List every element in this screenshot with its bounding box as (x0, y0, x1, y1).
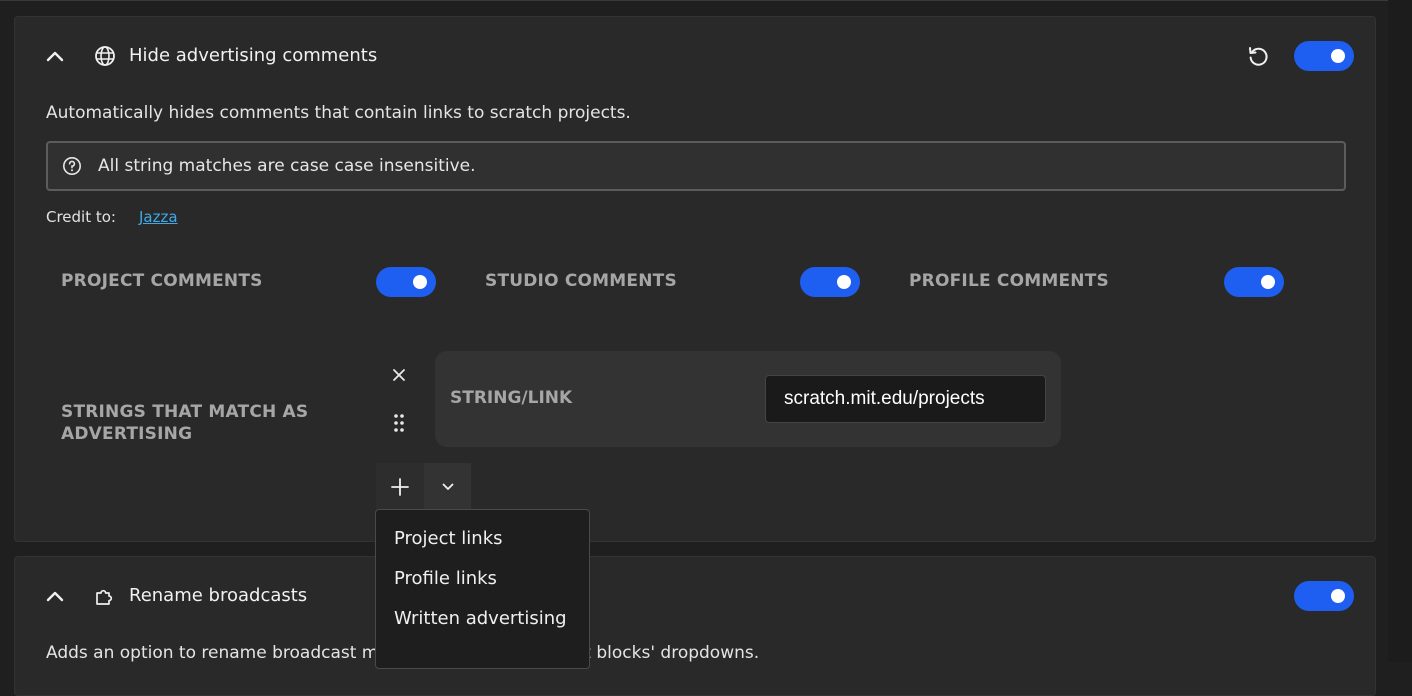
remove-row-close-icon[interactable] (387, 363, 411, 387)
addon-title: Rename broadcasts (129, 585, 308, 606)
menu-item-profile-links[interactable]: Profile links (394, 568, 497, 589)
addon-enable-toggle[interactable] (1294, 581, 1354, 611)
toggle-knob (837, 275, 851, 289)
scroll-gutter (1388, 0, 1412, 662)
string-row-label: STRING/LINK (450, 388, 573, 408)
setting-label-studio-comments: STUDIO COMMENTS (485, 271, 677, 291)
plus-icon (391, 478, 409, 496)
add-row-button[interactable] (376, 463, 424, 511)
question-circle-icon (62, 156, 82, 176)
chevron-down-icon (442, 483, 454, 491)
menu-item-written-advertising[interactable]: Written advertising (394, 608, 567, 629)
toggle-knob (1261, 275, 1275, 289)
notice-text: All string matches are case case insensi… (98, 156, 476, 176)
setting-label-strings-line2: ADVERTISING (61, 424, 193, 444)
studio-comments-toggle[interactable] (800, 267, 860, 297)
preset-dropdown-button[interactable] (424, 463, 471, 511)
toggle-knob (413, 275, 427, 289)
collapse-chevron-up-icon[interactable] (44, 585, 66, 607)
info-notice: All string matches are case case insensi… (46, 141, 1346, 191)
addon-description: Automatically hides comments that contai… (46, 103, 631, 123)
setting-label-strings: STRINGS THAT MATCH AS ADVERTISING (61, 401, 308, 445)
setting-label-project-comments: PROJECT COMMENTS (61, 271, 263, 291)
addon-card-hide-advertising-comments: Hide advertising comments Automatically … (14, 16, 1376, 542)
credit-link[interactable]: Jazza (139, 208, 178, 226)
addon-card-rename-broadcasts: Rename broadcasts Adds an option to rena… (14, 556, 1376, 696)
string-row: STRING/LINK (435, 351, 1061, 447)
credit-label: Credit to: (46, 208, 116, 226)
toggle-knob (1331, 589, 1345, 603)
collapse-chevron-up-icon[interactable] (44, 45, 66, 67)
menu-item-project-links[interactable]: Project links (394, 528, 503, 549)
string-link-input[interactable] (765, 375, 1046, 423)
globe-icon (94, 45, 116, 67)
profile-comments-toggle[interactable] (1224, 267, 1284, 297)
project-comments-toggle[interactable] (376, 267, 436, 297)
setting-label-strings-line1: STRINGS THAT MATCH AS (61, 402, 309, 422)
preset-dropdown-menu: Project links Profile links Written adve… (375, 509, 590, 669)
setting-label-profile-comments: PROFILE COMMENTS (909, 271, 1109, 291)
reset-icon[interactable] (1245, 43, 1271, 69)
addon-enable-toggle[interactable] (1294, 41, 1354, 71)
drag-handle-icon[interactable] (387, 411, 411, 435)
toggle-knob (1331, 49, 1345, 63)
top-border (0, 0, 1412, 1)
puzzle-piece-icon (94, 585, 116, 607)
addon-title: Hide advertising comments (129, 45, 378, 66)
